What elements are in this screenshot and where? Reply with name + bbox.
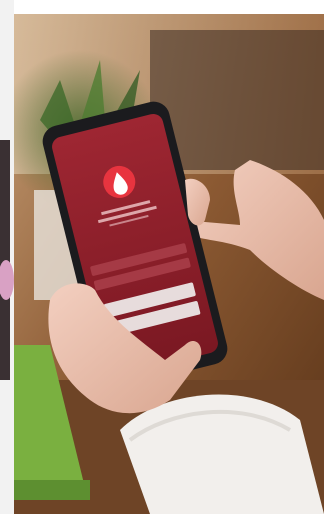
photo-scene — [0, 0, 324, 514]
photo-hand-holding-phone — [0, 0, 324, 514]
